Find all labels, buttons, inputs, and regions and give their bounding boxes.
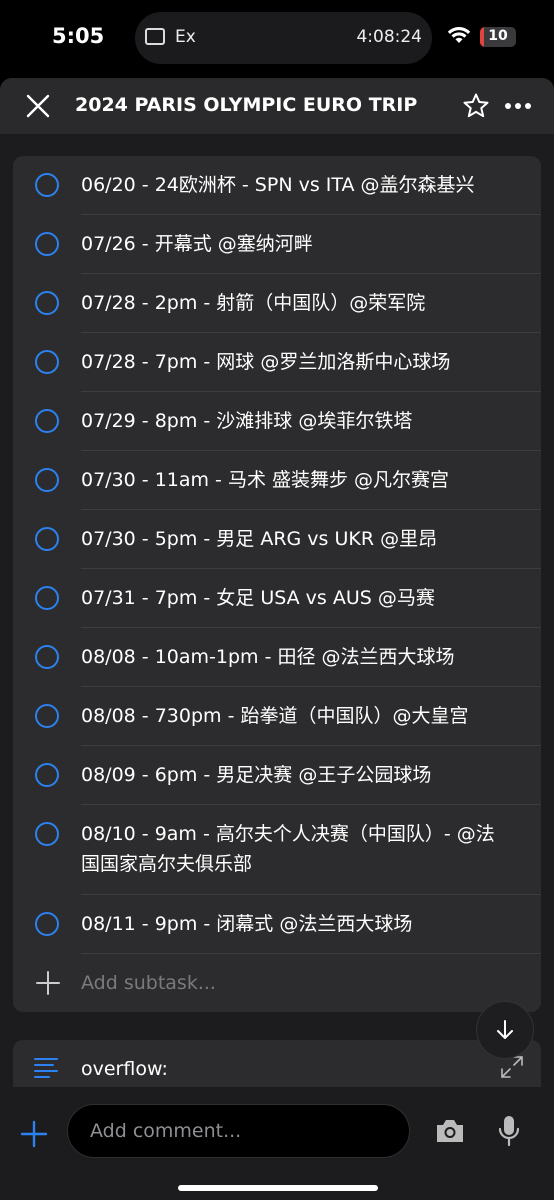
subtask-label: 08/08 - 10am-1pm - 田径 @法兰西大球场 xyxy=(81,646,455,668)
description-icon xyxy=(34,1058,58,1078)
comment-bar xyxy=(0,1087,554,1200)
subtask-label: 07/30 - 5pm - 男足 ARG vs UKR @里昂 xyxy=(81,528,438,550)
island-timer: 4:08:24 xyxy=(356,27,422,47)
subtask-checkbox[interactable] xyxy=(35,586,59,610)
live-activity-icon xyxy=(145,28,165,45)
subtask-item[interactable]: 07/28 - 2pm - 射箭（中国队）@荣军院 xyxy=(13,274,541,333)
subtask-label: 08/10 - 9am - 高尔夫个人决赛（中国队）- @法国国家高尔夫俱乐部 xyxy=(81,823,495,875)
status-time: 5:05 xyxy=(52,24,105,48)
status-bar: 5:05 Ex 4:08:24 10 xyxy=(0,0,554,78)
subtask-item[interactable]: 07/30 - 11am - 马术 盛装舞步 @凡尔赛宫 xyxy=(13,451,541,510)
subtask-label: 07/30 - 11am - 马术 盛装舞步 @凡尔赛宫 xyxy=(81,469,450,491)
subtask-checkbox[interactable] xyxy=(35,763,59,787)
task-sheet: 2024 PARIS OLYMPIC EURO TRIP 06/20 - 24欧… xyxy=(0,78,554,1200)
subtask-checkbox[interactable] xyxy=(35,645,59,669)
page-title: 2024 PARIS OLYMPIC EURO TRIP xyxy=(75,94,418,116)
add-subtask-label: Add subtask... xyxy=(81,972,216,994)
description-text: overflow: xyxy=(81,1058,168,1080)
island-label: Ex xyxy=(175,27,196,47)
subtask-item[interactable]: 08/08 - 730pm - 跆拳道（中国队）@大皇宫 xyxy=(13,687,541,746)
subtask-item[interactable]: 08/10 - 9am - 高尔夫个人决赛（中国队）- @法国国家高尔夫俱乐部 xyxy=(13,805,541,895)
microphone-icon[interactable] xyxy=(497,1115,521,1147)
star-icon[interactable] xyxy=(462,92,490,120)
subtask-label: 06/20 - 24欧洲杯 - SPN vs ITA @盖尔森基兴 xyxy=(81,174,475,196)
subtask-label: 07/28 - 2pm - 射箭（中国队）@荣军院 xyxy=(81,292,426,314)
more-icon[interactable] xyxy=(503,92,533,120)
battery-level: 10 xyxy=(488,28,508,44)
subtask-label: 07/28 - 7pm - 网球 @罗兰加洛斯中心球场 xyxy=(81,351,451,373)
subtask-item[interactable]: 07/26 - 开幕式 @塞纳河畔 xyxy=(13,215,541,274)
subtask-checkbox[interactable] xyxy=(35,468,59,492)
subtask-item[interactable]: 08/11 - 9pm - 闭幕式 @法兰西大球场 xyxy=(13,895,541,954)
scroll-down-button[interactable] xyxy=(477,1002,533,1058)
subtask-item[interactable]: 07/31 - 7pm - 女足 USA vs AUS @马赛 xyxy=(13,569,541,628)
subtask-list: 06/20 - 24欧洲杯 - SPN vs ITA @盖尔森基兴 07/26 -… xyxy=(13,156,541,1012)
dynamic-island[interactable]: Ex 4:08:24 xyxy=(135,12,432,64)
arrow-down-icon xyxy=(497,1020,513,1039)
close-icon[interactable] xyxy=(24,92,52,120)
battery-indicator: 10 xyxy=(480,27,516,47)
subtask-item[interactable]: 07/29 - 8pm - 沙滩排球 @埃菲尔铁塔 xyxy=(13,392,541,451)
subtask-label: 07/26 - 开幕式 @塞纳河畔 xyxy=(81,233,313,255)
subtask-checkbox[interactable] xyxy=(35,350,59,374)
subtask-checkbox[interactable] xyxy=(35,173,59,197)
subtask-checkbox[interactable] xyxy=(35,291,59,315)
plus-icon xyxy=(36,971,60,995)
subtask-item[interactable]: 08/09 - 6pm - 男足决赛 @王子公园球场 xyxy=(13,746,541,805)
subtask-checkbox[interactable] xyxy=(35,527,59,551)
subtask-label: 08/09 - 6pm - 男足决赛 @王子公园球场 xyxy=(81,764,432,786)
add-subtask-row[interactable]: Add subtask... xyxy=(13,954,541,1013)
subtask-checkbox[interactable] xyxy=(35,409,59,433)
task-header: 2024 PARIS OLYMPIC EURO TRIP xyxy=(0,78,554,134)
comment-input[interactable] xyxy=(67,1104,410,1158)
subtask-checkbox[interactable] xyxy=(35,232,59,256)
add-icon[interactable] xyxy=(19,1119,49,1149)
subtask-item[interactable]: 07/28 - 7pm - 网球 @罗兰加洛斯中心球场 xyxy=(13,333,541,392)
home-indicator[interactable] xyxy=(178,1185,378,1191)
subtask-label: 08/08 - 730pm - 跆拳道（中国队）@大皇宫 xyxy=(81,705,469,727)
subtask-item[interactable]: 06/20 - 24欧洲杯 - SPN vs ITA @盖尔森基兴 xyxy=(13,156,541,215)
wifi-icon xyxy=(447,27,471,43)
subtask-checkbox[interactable] xyxy=(35,822,59,846)
subtask-checkbox[interactable] xyxy=(35,704,59,728)
subtask-label: 07/31 - 7pm - 女足 USA vs AUS @马赛 xyxy=(81,587,435,609)
subtask-item[interactable]: 08/08 - 10am-1pm - 田径 @法兰西大球场 xyxy=(13,628,541,687)
subtask-checkbox[interactable] xyxy=(35,912,59,936)
subtask-item[interactable]: 07/30 - 5pm - 男足 ARG vs UKR @里昂 xyxy=(13,510,541,569)
camera-icon[interactable] xyxy=(434,1117,466,1145)
subtask-label: 07/29 - 8pm - 沙滩排球 @埃菲尔铁塔 xyxy=(81,410,413,432)
subtask-label: 08/11 - 9pm - 闭幕式 @法兰西大球场 xyxy=(81,913,413,935)
